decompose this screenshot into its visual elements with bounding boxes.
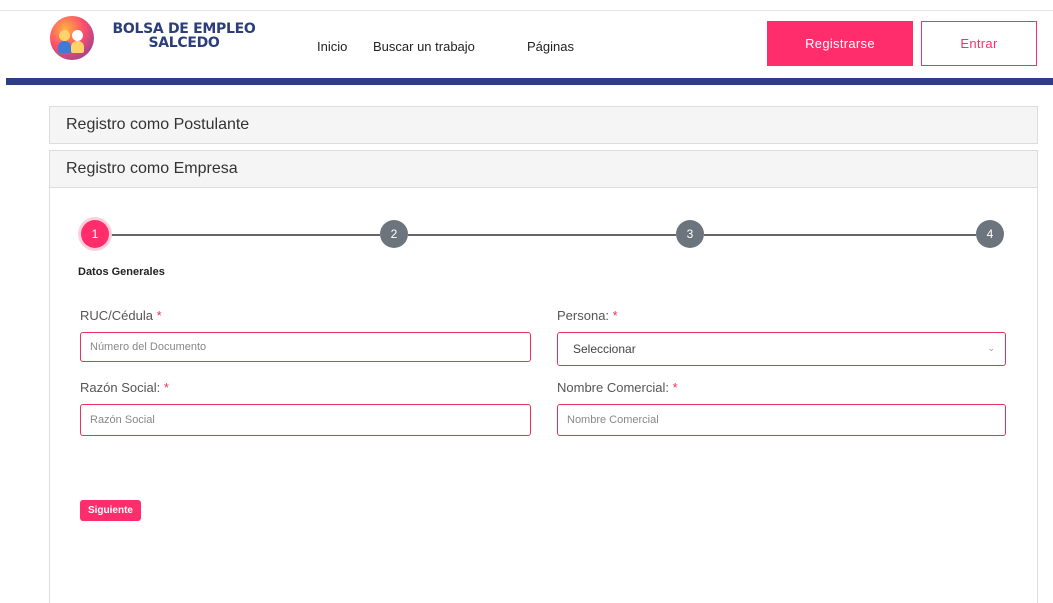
- nav-link-paginas[interactable]: Páginas: [527, 39, 574, 54]
- ruc-label-text: RUC/Cédula: [80, 308, 153, 323]
- site-header: BOLSA DE EMPLEO SALCEDO Inicio Buscar un…: [0, 11, 1053, 77]
- accordion-empresa-title: Registro como Empresa: [66, 160, 238, 177]
- required-mark: *: [163, 380, 169, 395]
- step-3[interactable]: 3: [676, 220, 704, 248]
- accordion-postulante-header[interactable]: Registro como Postulante: [49, 106, 1038, 144]
- logo-line-1: BOLSA DE EMPLEO: [112, 21, 256, 37]
- stepper-connector: [704, 234, 976, 236]
- ruc-label: RUC/Cédula *: [80, 308, 162, 323]
- chevron-down-icon: ⌄: [987, 343, 995, 353]
- children-logo-icon: [50, 16, 94, 60]
- step-1[interactable]: 1: [81, 220, 109, 248]
- stepper-connector: [408, 234, 676, 236]
- required-mark: *: [672, 380, 678, 395]
- nav-link-inicio[interactable]: Inicio: [317, 39, 347, 54]
- nombre-comercial-label-text: Nombre Comercial:: [557, 380, 669, 395]
- next-button[interactable]: Siguiente: [80, 500, 141, 521]
- accordion-empresa-header[interactable]: Registro como Empresa: [49, 150, 1038, 188]
- accordion-postulante-title: Registro como Postulante: [66, 116, 250, 133]
- required-mark: *: [156, 308, 162, 323]
- persona-select[interactable]: Seleccionar ⌄: [557, 332, 1006, 366]
- ruc-input[interactable]: [80, 332, 531, 362]
- step-2[interactable]: 2: [380, 220, 408, 248]
- step-4[interactable]: 4: [976, 220, 1004, 248]
- login-button[interactable]: Entrar: [921, 21, 1037, 66]
- logo-line-2: SALCEDO: [148, 35, 220, 51]
- razon-social-input[interactable]: [80, 404, 531, 436]
- nombre-comercial-input[interactable]: [557, 404, 1006, 436]
- nombre-comercial-label: Nombre Comercial: *: [557, 380, 678, 395]
- razon-social-label-text: Razón Social:: [80, 380, 161, 395]
- persona-selected-value: Seleccionar: [573, 342, 636, 356]
- persona-label: Persona: *: [557, 308, 618, 323]
- razon-social-label: Razón Social: *: [80, 380, 169, 395]
- required-mark: *: [612, 308, 618, 323]
- site-logo[interactable]: BOLSA DE EMPLEO SALCEDO: [50, 16, 270, 60]
- step-title: Datos Generales: [78, 266, 165, 278]
- persona-label-text: Persona:: [557, 308, 610, 323]
- nav-link-buscar-trabajo[interactable]: Buscar un trabajo: [373, 39, 475, 54]
- register-button[interactable]: Registrarse: [767, 21, 913, 66]
- stepper-connector: [108, 234, 380, 236]
- logo-text: BOLSA DE EMPLEO SALCEDO: [104, 22, 264, 50]
- header-accent-bar: [6, 78, 1053, 85]
- empresa-form-panel: 1 2 3 4 Datos Generales RUC/Cédula * Per…: [49, 188, 1038, 603]
